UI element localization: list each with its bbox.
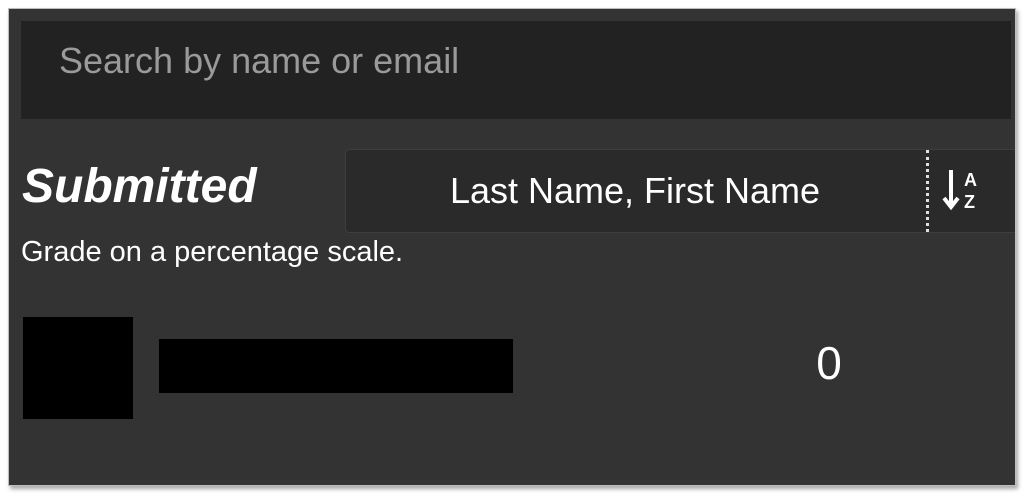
grading-scale-note: Grade on a percentage scale. (21, 236, 404, 268)
sort-direction-button[interactable]: A Z (942, 150, 1002, 232)
sort-alpha-ascending-icon: A Z (942, 170, 977, 212)
search-bar (21, 21, 1011, 119)
student-row[interactable]: 0 (9, 307, 1015, 425)
sort-divider (926, 150, 929, 232)
sort-field-select[interactable]: Last Name, First Name (346, 150, 924, 232)
submission-status-heading: Submitted (22, 160, 257, 213)
svg-text:A: A (964, 170, 977, 190)
search-input[interactable] (59, 31, 1011, 91)
sort-control: Last Name, First Name A Z (345, 149, 1015, 233)
student-name-redacted (159, 339, 513, 393)
svg-text:Z: Z (964, 192, 975, 212)
submissions-panel: Submitted Last Name, First Name A Z Grad… (8, 8, 1016, 486)
student-grade: 0 (816, 337, 842, 389)
student-avatar-redacted (23, 317, 133, 419)
